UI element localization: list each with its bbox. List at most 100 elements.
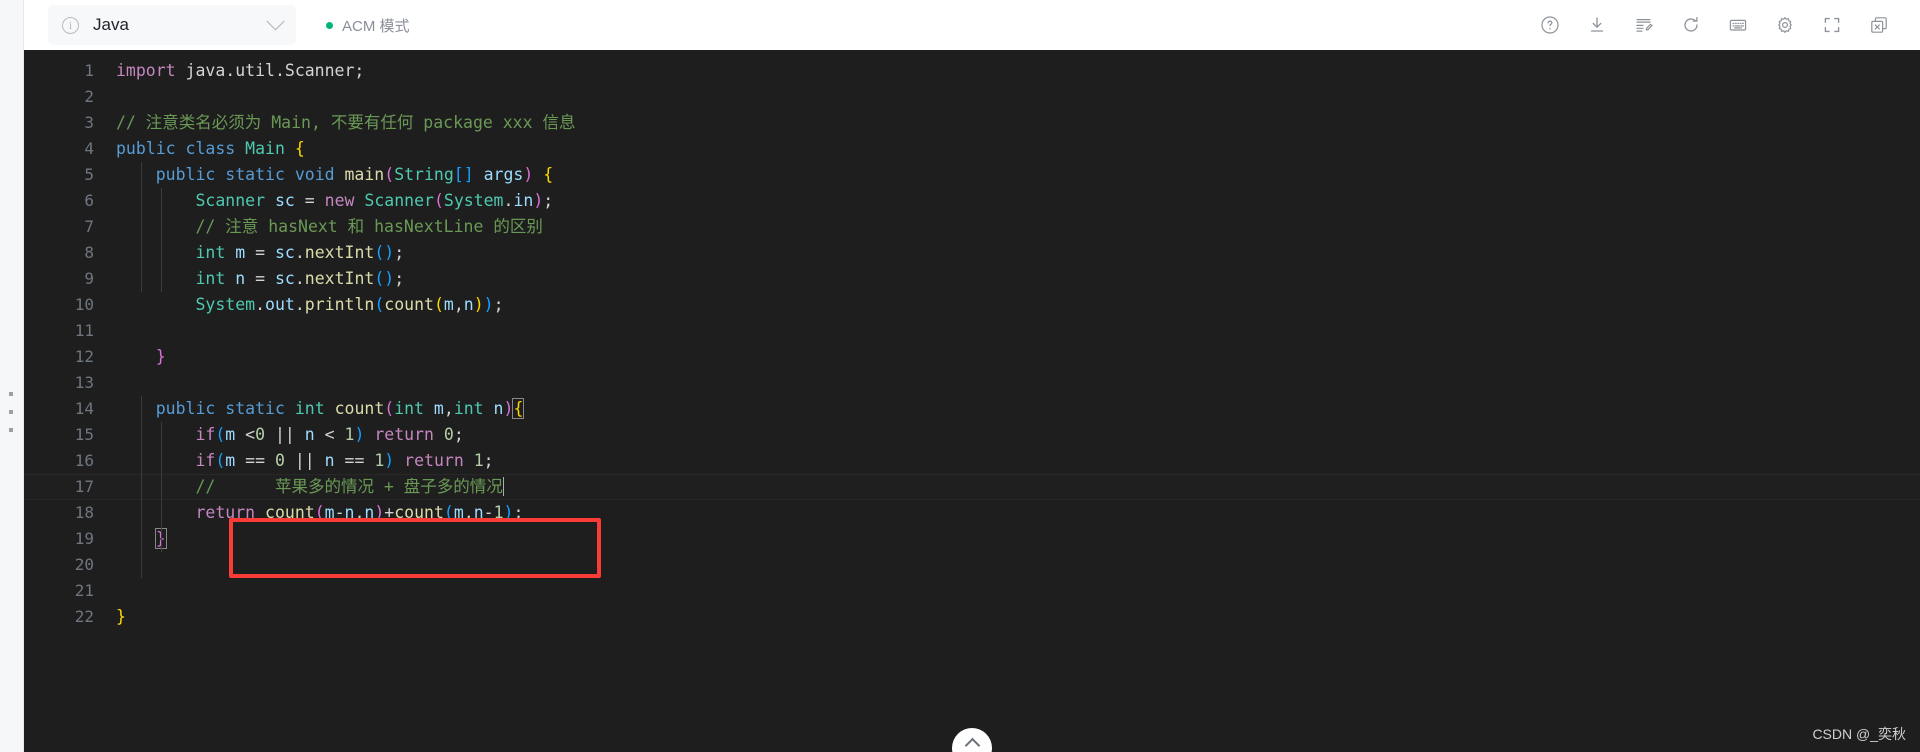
code-line[interactable]: 1 import java.util.Scanner;	[24, 58, 1920, 84]
code-editor-page: i Java ACM 模式 1 import java.util.Scanner…	[0, 0, 1920, 752]
line-number: 8	[84, 243, 94, 262]
code-editor[interactable]: 1 import java.util.Scanner; 2 3 // 注意类名必…	[24, 50, 1920, 752]
close-window-icon	[1871, 17, 1887, 33]
line-content[interactable]: // 苹果多的情况 + 盘子多的情况	[116, 474, 1920, 500]
csdn-watermark: CSDN @_奕秋	[1812, 726, 1906, 742]
line-number: 22	[74, 607, 94, 626]
code-line[interactable]: 22 }	[24, 604, 1920, 630]
code-line[interactable]: 20	[24, 552, 1920, 578]
code-line[interactable]: 8 int m = sc.nextInt();	[24, 240, 1920, 266]
panel-drag-handle[interactable]	[8, 392, 14, 432]
line-number: 15	[74, 425, 94, 444]
code-line[interactable]: 16 if(m == 0 || n == 1) return 1;	[24, 448, 1920, 474]
line-number: 19	[74, 529, 94, 548]
line-number: 12	[74, 347, 94, 366]
line-number: 3	[84, 113, 94, 132]
language-selector[interactable]: i Java	[48, 5, 296, 45]
code-line[interactable]: 7 // 注意 hasNext 和 hasNextLine 的区别	[24, 214, 1920, 240]
fullscreen-icon	[1824, 17, 1840, 33]
language-selector-value: Java	[93, 15, 129, 34]
line-number: 5	[84, 165, 94, 184]
code-line[interactable]: 21	[24, 578, 1920, 604]
settings-gear-icon-button[interactable]	[1766, 6, 1804, 44]
help-icon	[1541, 16, 1559, 34]
code-line[interactable]: 12 }	[24, 344, 1920, 370]
line-number: 4	[84, 139, 94, 158]
info-circle-icon: i	[62, 16, 79, 34]
line-content[interactable]: public static void main(String[] args) {	[116, 162, 1920, 188]
acm-mode-tag[interactable]: ACM 模式	[326, 15, 410, 36]
status-dot-icon	[326, 21, 333, 29]
line-content[interactable]: }	[116, 344, 1920, 370]
code-line[interactable]: 15 if(m <0 || n < 1) return 0;	[24, 422, 1920, 448]
text-caret	[502, 477, 504, 496]
help-icon-button[interactable]	[1531, 6, 1569, 44]
code-line[interactable]: 19 }	[24, 526, 1920, 552]
drag-dot	[9, 392, 13, 396]
line-number: 11	[74, 321, 94, 340]
line-number: 1	[84, 61, 94, 80]
line-content[interactable]: if(m <0 || n < 1) return 0;	[116, 422, 1920, 448]
format-code-icon	[1636, 19, 1653, 32]
line-content[interactable]: int n = sc.nextInt();	[116, 266, 1920, 292]
line-content[interactable]: if(m == 0 || n == 1) return 1;	[116, 448, 1920, 474]
indent-guide	[161, 422, 162, 552]
line-content[interactable]: Scanner sc = new Scanner(System.in);	[116, 188, 1920, 214]
refresh-icon-button[interactable]	[1672, 6, 1710, 44]
code-line[interactable]: 18 return count(m-n,n)+count(m,n-1);	[24, 500, 1920, 526]
line-content[interactable]: import java.util.Scanner;	[116, 58, 1920, 84]
editor-toolbar: i Java ACM 模式	[24, 0, 1920, 50]
line-number: 10	[74, 295, 94, 314]
acm-mode-label: ACM 模式	[342, 17, 410, 35]
line-number: 6	[84, 191, 94, 210]
line-number: 21	[74, 581, 94, 600]
code-line-current[interactable]: 17 // 苹果多的情况 + 盘子多的情况	[24, 474, 1920, 500]
code-line[interactable]: 10 System.out.println(count(m,n));	[24, 292, 1920, 318]
code-line[interactable]: 5 public static void main(String[] args)…	[24, 162, 1920, 188]
line-number: 2	[84, 87, 94, 106]
line-content[interactable]: return count(m-n,n)+count(m,n-1);	[116, 500, 1920, 526]
line-content[interactable]: int m = sc.nextInt();	[116, 240, 1920, 266]
drag-dot	[9, 428, 13, 432]
code-line[interactable]: 9 int n = sc.nextInt();	[24, 266, 1920, 292]
code-line[interactable]: 2	[24, 84, 1920, 110]
line-content[interactable]: }	[116, 604, 1920, 630]
line-number: 7	[84, 217, 94, 236]
download-icon	[1590, 17, 1604, 32]
indent-guide	[161, 188, 162, 292]
settings-gear-icon	[1778, 17, 1792, 33]
comment-text: // 苹果多的情况 + 盘子多的情况	[116, 477, 503, 496]
code-line[interactable]: 6 Scanner sc = new Scanner(System.in);	[24, 188, 1920, 214]
code-line[interactable]: 13	[24, 370, 1920, 396]
code-line[interactable]: 3 // 注意类名必须为 Main, 不要有任何 package xxx 信息	[24, 110, 1920, 136]
download-icon-button[interactable]	[1578, 6, 1616, 44]
code-line[interactable]: 4 public class Main {	[24, 136, 1920, 162]
keyboard-icon-button[interactable]	[1719, 6, 1757, 44]
left-gutter-strip	[0, 0, 24, 752]
line-content[interactable]: // 注意类名必须为 Main, 不要有任何 package xxx 信息	[116, 110, 1920, 136]
code-surface[interactable]: 1 import java.util.Scanner; 2 3 // 注意类名必…	[24, 50, 1920, 752]
line-number: 17	[74, 477, 94, 496]
line-number: 14	[74, 399, 94, 418]
keyboard-icon	[1729, 19, 1747, 31]
indent-guide	[141, 162, 142, 292]
fullscreen-icon-button[interactable]	[1813, 6, 1851, 44]
line-content[interactable]: // 注意 hasNext 和 hasNextLine 的区别	[116, 214, 1920, 240]
line-content[interactable]: public static int count(int m,int n){	[116, 396, 1920, 422]
code-line[interactable]: 11	[24, 318, 1920, 344]
line-content[interactable]: }	[116, 526, 1920, 552]
close-window-icon-button[interactable]	[1860, 6, 1898, 44]
drag-dot	[9, 410, 13, 414]
line-content[interactable]: public class Main {	[116, 136, 1920, 162]
toolbar-actions	[1522, 6, 1898, 44]
format-code-icon-button[interactable]	[1625, 6, 1663, 44]
line-content[interactable]: System.out.println(count(m,n));	[116, 292, 1920, 318]
line-number: 16	[74, 451, 94, 470]
chevron-up-icon	[964, 737, 980, 752]
line-number: 20	[74, 555, 94, 574]
line-number: 9	[84, 269, 94, 288]
chevron-down-icon	[266, 11, 285, 30]
line-number: 18	[74, 503, 94, 522]
refresh-icon	[1684, 16, 1698, 32]
code-line[interactable]: 14 public static int count(int m,int n){	[24, 396, 1920, 422]
